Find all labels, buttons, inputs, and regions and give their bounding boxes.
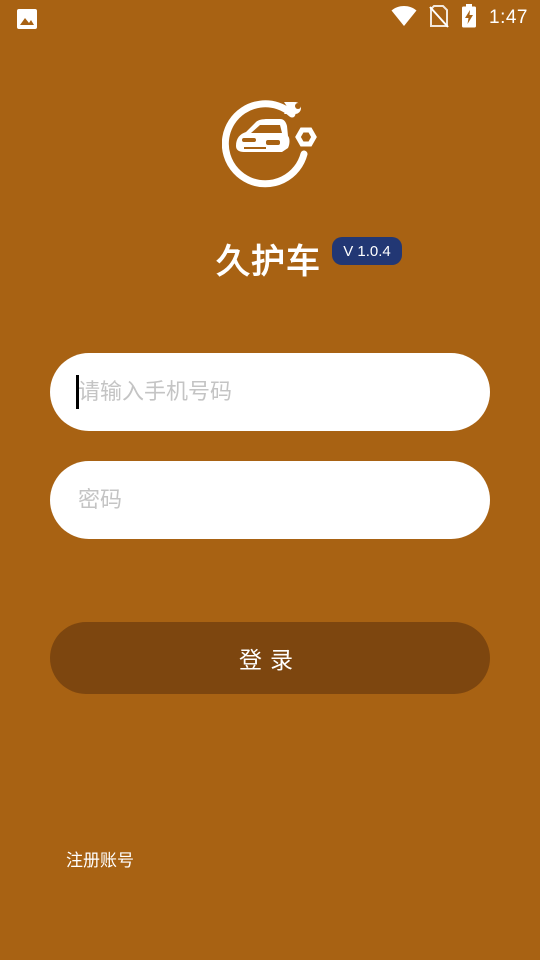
version-badge: V 1.0.4	[332, 237, 402, 265]
image-icon	[16, 8, 38, 34]
phone-input[interactable]	[50, 353, 490, 431]
app-name: 久护车	[216, 242, 321, 282]
status-bar: 1:47	[0, 0, 540, 36]
wifi-icon	[391, 5, 417, 31]
password-field[interactable]	[50, 461, 490, 539]
status-icons: 1:47	[391, 4, 528, 32]
register-link[interactable]: 注册账号	[66, 846, 134, 871]
title-row: 久护车 V 1.0.4	[0, 232, 540, 282]
battery-charging-icon	[461, 4, 477, 32]
car-wrench-logo-icon	[221, 96, 322, 188]
no-sim-icon	[429, 4, 449, 32]
login-screen: 1:47 久护车 V 1.0.4 请输入手机号码 登录 注册账号	[0, 0, 540, 960]
login-button-label: 登录	[239, 648, 301, 674]
clock: 1:47	[489, 7, 528, 28]
login-button[interactable]: 登录	[50, 622, 490, 694]
phone-field[interactable]	[50, 353, 490, 431]
text-cursor	[76, 375, 79, 409]
password-input[interactable]	[50, 461, 490, 539]
